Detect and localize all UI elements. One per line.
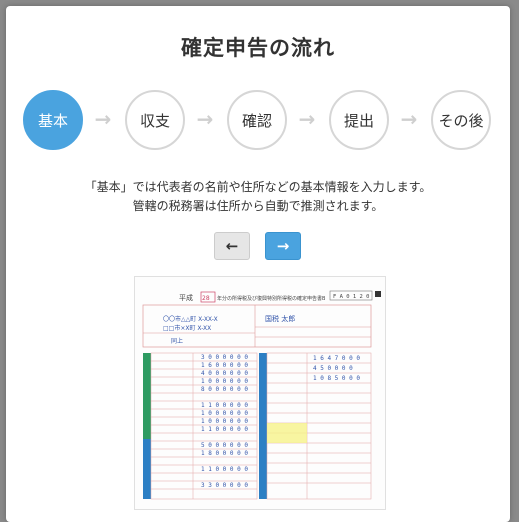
arrow-right-icon: → [276, 237, 290, 255]
step-description: 「基本」では代表者の名前や住所などの基本情報を入力します。 管轄の税務署は住所か… [6, 178, 510, 216]
step-basic[interactable]: 基本 [23, 90, 83, 150]
form-code: F A 0 1 2 0 [333, 294, 369, 300]
step-submit[interactable]: 提出 [329, 90, 389, 150]
arrow-right-icon: → [196, 107, 214, 131]
arrow-right-icon: → [400, 107, 418, 131]
svg-text:1 0 0 0 0 0 0: 1 0 0 0 0 0 0 [201, 410, 248, 417]
svg-text:3 3 0 0 0 0 0: 3 3 0 0 0 0 0 [201, 482, 248, 489]
step-income[interactable]: 収支 [125, 90, 185, 150]
svg-text:1 1 0 0 0 0 0: 1 1 0 0 0 0 0 [201, 402, 248, 409]
next-button[interactable]: → [265, 232, 301, 260]
tax-form-illustration: 平成 28 年分の所得税及び復興特別所得税の確定申告書B F A 0 1 2 0… [142, 290, 381, 500]
svg-text:3 0 0 0 0 0 0: 3 0 0 0 0 0 0 [201, 354, 248, 361]
flow-modal: 確定申告の流れ 基本 → 収支 → 確認 → 提出 → その後 「基本」では代表… [6, 6, 510, 522]
description-line: 「基本」では代表者の名前や住所などの基本情報を入力します。 [84, 180, 432, 194]
svg-text:1 1 0 0 0 0 0: 1 1 0 0 0 0 0 [201, 426, 248, 433]
step-label: その後 [438, 111, 484, 130]
form-header-year-num: 28 [202, 295, 210, 302]
svg-text:4 0 0 0 0 0 0: 4 0 0 0 0 0 0 [201, 370, 248, 377]
step-label: 確認 [241, 111, 272, 130]
prev-button[interactable]: ← [214, 232, 250, 260]
svg-text:1 8 0 0 0 0 0: 1 8 0 0 0 0 0 [201, 450, 248, 457]
form-address-2: □□市×X町 X-XX [163, 324, 211, 332]
svg-text:1 0 0 0 0 0 0: 1 0 0 0 0 0 0 [201, 418, 248, 425]
step-label: 基本 [37, 111, 68, 130]
arrow-left-icon: ← [225, 237, 239, 255]
svg-text:1 6 0 0 0 0 0: 1 6 0 0 0 0 0 [201, 362, 248, 369]
svg-text:5 0 0 0 0 0 0: 5 0 0 0 0 0 0 [201, 442, 248, 449]
form-address-1: 〇〇市△△町 X-XX-X [163, 315, 218, 323]
arrow-right-icon: → [94, 107, 112, 131]
form-header-text: 年分の所得税及び復興特別所得税の確定申告書B [217, 295, 326, 302]
svg-text:4 5 0 0 0 0: 4 5 0 0 0 0 [313, 365, 353, 372]
form-name: 国税 太郎 [265, 314, 295, 323]
step-confirm[interactable]: 確認 [227, 90, 287, 150]
modal-title: 確定申告の流れ [181, 36, 335, 60]
svg-text:8 0 0 0 0 0 0: 8 0 0 0 0 0 0 [201, 386, 248, 393]
form-address-3: 同上 [171, 337, 183, 345]
form-header-year: 平成 [179, 293, 193, 302]
step-after[interactable]: その後 [431, 90, 491, 150]
tax-form-image: 平成 28 年分の所得税及び復興特別所得税の確定申告書B F A 0 1 2 0… [134, 276, 386, 510]
svg-text:1 6 4 7 0 0 0: 1 6 4 7 0 0 0 [313, 355, 360, 362]
svg-text:1 1 0 0 0 0 0: 1 1 0 0 0 0 0 [201, 466, 248, 473]
arrow-right-icon: → [298, 107, 316, 131]
svg-text:1 0 0 0 0 0 0: 1 0 0 0 0 0 0 [201, 378, 248, 385]
step-label: 収支 [139, 111, 170, 130]
description-line: 管轄の税務署は住所から自動で推測されます。 [132, 199, 384, 213]
svg-text:1 0 8 5 0 0 0: 1 0 8 5 0 0 0 [313, 375, 360, 382]
step-label: 提出 [343, 111, 374, 130]
